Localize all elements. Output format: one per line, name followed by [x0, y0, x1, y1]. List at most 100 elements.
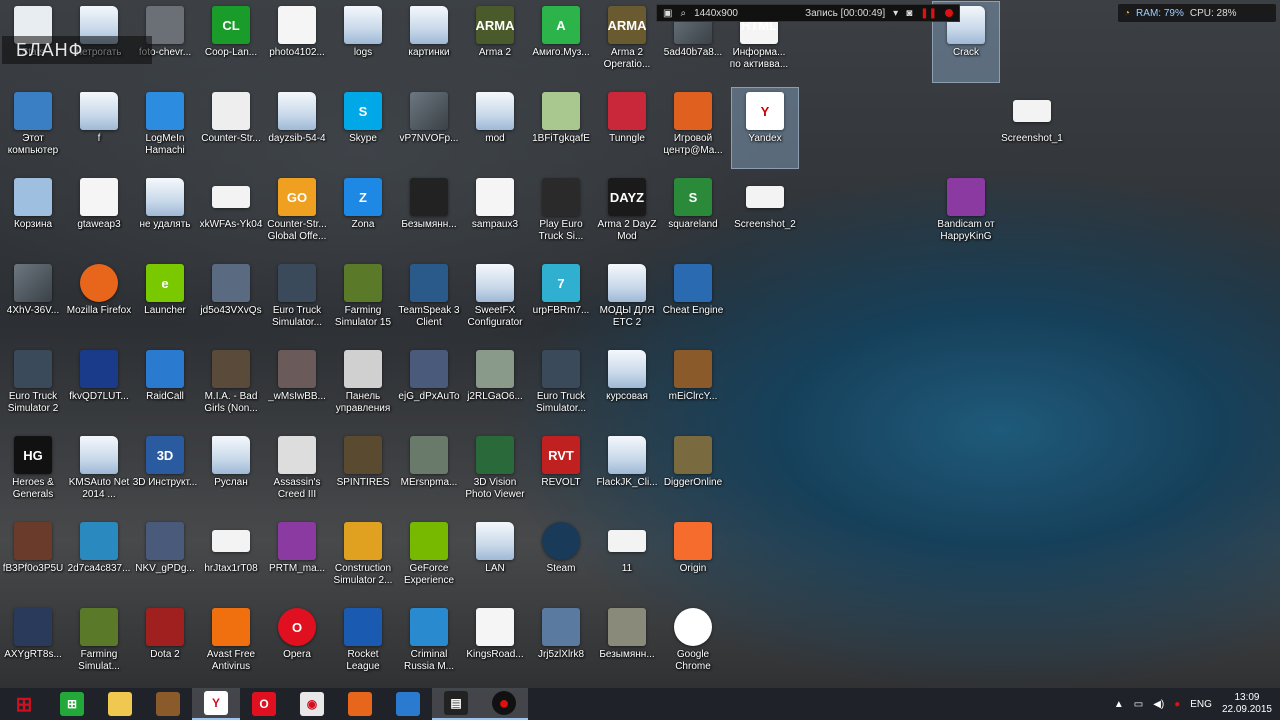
- desktop-icon[interactable]: hrJtax1rT08: [198, 518, 264, 598]
- taskbar-button[interactable]: ◉: [288, 688, 336, 720]
- desktop-icon[interactable]: A Амиго.Муз...: [528, 2, 594, 82]
- desktop-icon[interactable]: Screenshot_1: [999, 88, 1065, 168]
- desktop-icon[interactable]: курсовая: [594, 346, 660, 426]
- desktop-icon[interactable]: GO Counter-Str... Global Offe...: [264, 174, 330, 254]
- desktop-icon[interactable]: vP7NVOFp...: [396, 88, 462, 168]
- desktop-icon[interactable]: Google Chrome: [660, 604, 726, 684]
- desktop-icon[interactable]: картинки: [396, 2, 462, 82]
- sound-icon[interactable]: ◀): [1153, 699, 1164, 710]
- window-mode-icon[interactable]: ▣: [663, 8, 672, 19]
- desktop-icon[interactable]: Игровой центр@Ma...: [660, 88, 726, 168]
- desktop-icon[interactable]: GeForce Experience: [396, 518, 462, 598]
- desktop-icon[interactable]: Безымянн...: [396, 174, 462, 254]
- desktop-icon[interactable]: dayzsib-54-4: [264, 88, 330, 168]
- desktop-icon[interactable]: DiggerOnline: [660, 432, 726, 512]
- desktop-icon[interactable]: Безымянн...: [594, 604, 660, 684]
- desktop-icon[interactable]: Tunngle: [594, 88, 660, 168]
- desktop-icon[interactable]: Play Euro Truck Si...: [528, 174, 594, 254]
- camera-icon[interactable]: ◙: [906, 8, 912, 19]
- desktop-icon[interactable]: Руслан: [198, 432, 264, 512]
- taskbar-button[interactable]: O: [240, 688, 288, 720]
- desktop-icon[interactable]: O Opera: [264, 604, 330, 684]
- desktop-icon[interactable]: Construction Simulator 2...: [330, 518, 396, 598]
- desktop-icon[interactable]: 3D Vision Photo Viewer: [462, 432, 528, 512]
- desktop-icon[interactable]: j2RLGaO6...: [462, 346, 528, 426]
- desktop-icon[interactable]: RVT REVOLT: [528, 432, 594, 512]
- desktop-icon[interactable]: DAYZ Arma 2 DayZ Mod: [594, 174, 660, 254]
- desktop-icon[interactable]: Euro Truck Simulator...: [528, 346, 594, 426]
- tray-overflow-icon[interactable]: ▲: [1114, 699, 1124, 710]
- desktop-icon[interactable]: Jrj5zlXlrk8: [528, 604, 594, 684]
- desktop-icon[interactable]: Origin: [660, 518, 726, 598]
- desktop-icon[interactable]: Mozilla Firefox: [66, 260, 132, 340]
- desktop-icon[interactable]: Counter-Str...: [198, 88, 264, 168]
- taskbar-button[interactable]: Y: [192, 688, 240, 720]
- desktop-icon[interactable]: Screenshot_2: [732, 174, 798, 254]
- desktop-icon[interactable]: Farming Simulator 15: [330, 260, 396, 340]
- desktop-icon[interactable]: fkvQD7LUT...: [66, 346, 132, 426]
- taskbar-button[interactable]: ⊞: [0, 688, 48, 720]
- desktop-icon[interactable]: 4XhV-36V...: [0, 260, 66, 340]
- taskbar-button[interactable]: [336, 688, 384, 720]
- desktop-icon[interactable]: Y Yandex: [731, 87, 799, 169]
- desktop-icon[interactable]: Criminal Russia M...: [396, 604, 462, 684]
- desktop-icon[interactable]: 7 urpFBRm7...: [528, 260, 594, 340]
- desktop-icon[interactable]: TeamSpeak 3 Client: [396, 260, 462, 340]
- desktop-icon[interactable]: Euro Truck Simulator 2: [0, 346, 66, 426]
- desktop-icon[interactable]: photo4102...: [264, 2, 330, 82]
- desktop-icon[interactable]: Euro Truck Simulator...: [264, 260, 330, 340]
- desktop-icon[interactable]: не удалять: [132, 174, 198, 254]
- desktop-icon[interactable]: _wMsIwBB...: [264, 346, 330, 426]
- desktop-icon[interactable]: f: [66, 88, 132, 168]
- desktop-icon[interactable]: Steam: [528, 518, 594, 598]
- desktop-icon[interactable]: mEiClrcY...: [660, 346, 726, 426]
- pause-button[interactable]: ❚❚: [920, 8, 937, 19]
- desktop-icon[interactable]: PRTM_ma...: [264, 518, 330, 598]
- desktop-icon[interactable]: KingsRoad...: [462, 604, 528, 684]
- desktop-icon[interactable]: 1BFiTgkqafE: [528, 88, 594, 168]
- desktop-icon[interactable]: fB3Pf0o3P5U: [0, 518, 66, 598]
- taskbar-button[interactable]: ▤: [432, 688, 480, 720]
- desktop-icon[interactable]: xkWFAs-Yk04: [198, 174, 264, 254]
- desktop-icon[interactable]: 3D 3D Инструкт...: [132, 432, 198, 512]
- desktop-icon[interactable]: Rocket League: [330, 604, 396, 684]
- desktop-icon[interactable]: LAN: [462, 518, 528, 598]
- desktop-icon[interactable]: Панель управления: [330, 346, 396, 426]
- taskbar-button[interactable]: ●: [480, 688, 528, 720]
- desktop-icon[interactable]: AXYgRT8s...: [0, 604, 66, 684]
- desktop-icon[interactable]: SPINTIRES: [330, 432, 396, 512]
- desktop-icon[interactable]: NKV_gPDg...: [132, 518, 198, 598]
- desktop-icon[interactable]: sampaux3: [462, 174, 528, 254]
- desktop-icon[interactable]: MErsnpma...: [396, 432, 462, 512]
- desktop-icon[interactable]: 2d7ca4c837...: [66, 518, 132, 598]
- desktop-icon[interactable]: Avast Free Antivirus: [198, 604, 264, 684]
- taskbar-button[interactable]: [384, 688, 432, 720]
- desktop-icon[interactable]: Assassin's Creed III: [264, 432, 330, 512]
- desktop-icon[interactable]: Этот компьютер: [0, 88, 66, 168]
- taskbar-button[interactable]: [144, 688, 192, 720]
- clock[interactable]: 13:09 22.09.2015: [1222, 692, 1272, 716]
- network-icon[interactable]: ▭: [1134, 699, 1143, 710]
- desktop-icon[interactable]: Dota 2: [132, 604, 198, 684]
- language-indicator[interactable]: ENG: [1190, 699, 1212, 710]
- desktop-icon[interactable]: e Launcher: [132, 260, 198, 340]
- desktop-icon[interactable]: KMSAuto Net 2014 ...: [66, 432, 132, 512]
- desktop-icon[interactable]: ejG_dPxAuTo: [396, 346, 462, 426]
- desktop-icon[interactable]: LogMeIn Hamachi: [132, 88, 198, 168]
- taskbar-button[interactable]: [96, 688, 144, 720]
- desktop-icon[interactable]: Farming Simulat...: [66, 604, 132, 684]
- desktop-icon[interactable]: FlackJK_Cli...: [594, 432, 660, 512]
- desktop-icon[interactable]: RaidCall: [132, 346, 198, 426]
- desktop-icon[interactable]: Корзина: [0, 174, 66, 254]
- desktop-icon[interactable]: ARMA Arma 2: [462, 2, 528, 82]
- desktop-icon[interactable]: Ssquareland: [660, 174, 726, 254]
- desktop-icon[interactable]: M.I.A. - Bad Girls (Non...: [198, 346, 264, 426]
- desktop-icon[interactable]: logs: [330, 2, 396, 82]
- desktop-icon[interactable]: CL Coop-Lan...: [198, 2, 264, 82]
- desktop-icon[interactable]: Cheat Engine: [660, 260, 726, 340]
- stop-record-button[interactable]: [945, 9, 953, 17]
- bandicam-recording-bar[interactable]: ▣ ⌕ 1440x900 Запись [00:00:49] ▾ ◙ ❚❚: [656, 4, 960, 22]
- desktop-icon[interactable]: МОДЫ ДЛЯ ETC 2: [594, 260, 660, 340]
- desktop-icon[interactable]: SweetFX Configurator: [462, 260, 528, 340]
- taskbar-button[interactable]: ⊞: [48, 688, 96, 720]
